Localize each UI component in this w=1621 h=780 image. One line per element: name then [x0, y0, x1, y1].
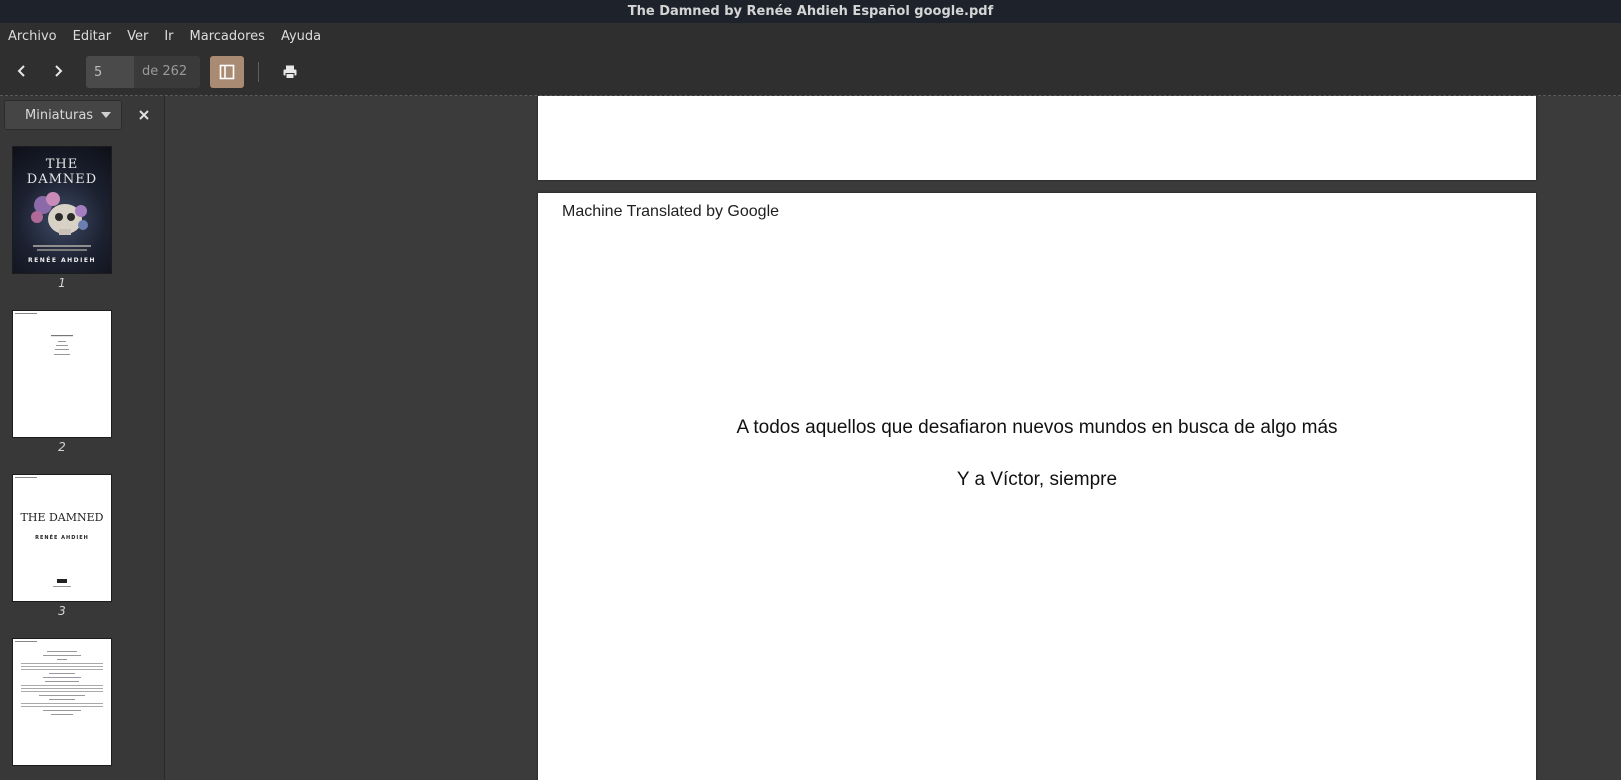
printer-icon [283, 65, 297, 79]
chevron-left-icon [17, 65, 25, 77]
menu-ver[interactable]: Ver [119, 23, 156, 51]
page-number-input[interactable] [86, 56, 134, 88]
publisher-logo-preview [15, 477, 71, 587]
thumbnail-label: 1 [58, 276, 66, 290]
sidebar-view-select[interactable]: Miniaturas [4, 100, 122, 130]
window-title: The Damned by Renée Ahdieh Español googl… [627, 4, 994, 19]
current-page: Machine Translated by Google A todos aqu… [538, 193, 1536, 780]
sidebar-toggle-button[interactable] [210, 56, 244, 88]
sidebar-header: Miniaturas [0, 96, 164, 134]
menu-archivo[interactable]: Archivo [0, 23, 65, 51]
page-total-label: de 262 [134, 56, 200, 88]
menu-ayuda[interactable]: Ayuda [273, 23, 329, 51]
sidebar-icon [219, 64, 235, 80]
window-titlebar: The Damned by Renée Ahdieh Español googl… [0, 0, 1621, 23]
menu-editar[interactable]: Editar [65, 23, 120, 51]
thumbnail-label: 3 [58, 604, 66, 618]
chevron-right-icon [55, 65, 63, 77]
thumbnail-page-2[interactable] [12, 310, 112, 438]
dedication-line-1: A todos aquellos que desafiaron nuevos m… [736, 417, 1338, 438]
page-text-preview [15, 641, 103, 715]
menu-bar: Archivo Editar Ver Ir Marcadores Ayuda [0, 23, 1621, 51]
next-page-button[interactable] [43, 56, 73, 86]
menu-ir[interactable]: Ir [156, 23, 181, 51]
thumbnail-page-1[interactable]: THE DAMNED RENÉE AHDIEH [12, 146, 112, 274]
previous-page [538, 96, 1536, 180]
chevron-down-icon [101, 112, 111, 118]
close-icon [139, 110, 149, 120]
menu-marcadores[interactable]: Marcadores [182, 23, 273, 51]
thumbnail-page-4[interactable] [12, 638, 112, 766]
translation-header: Machine Translated by Google [562, 203, 780, 220]
thumbnail-label: 2 [58, 440, 66, 454]
dedication-line-2: Y a Víctor, siempre [956, 469, 1118, 490]
thumbnail-sidebar: Miniaturas THE DAMNED RENÉE AHDIEH 1 2 T… [0, 96, 165, 780]
sidebar-close-button[interactable] [130, 100, 158, 130]
print-button[interactable] [275, 56, 305, 88]
thumbnail-page-3[interactable]: THE DAMNED RENÉE AHDIEH [12, 474, 112, 602]
page-text-preview [15, 313, 73, 355]
toolbar-separator [258, 62, 259, 82]
page-navigator: de 262 [86, 56, 200, 88]
skull-flowers-illustration [31, 192, 91, 251]
cover-author: RENÉE AHDIEH [27, 257, 97, 264]
sidebar-view-label: Miniaturas [25, 107, 94, 123]
document-view[interactable]: Machine Translated by Google A todos aqu… [165, 96, 1621, 780]
previous-page-button[interactable] [7, 56, 37, 86]
